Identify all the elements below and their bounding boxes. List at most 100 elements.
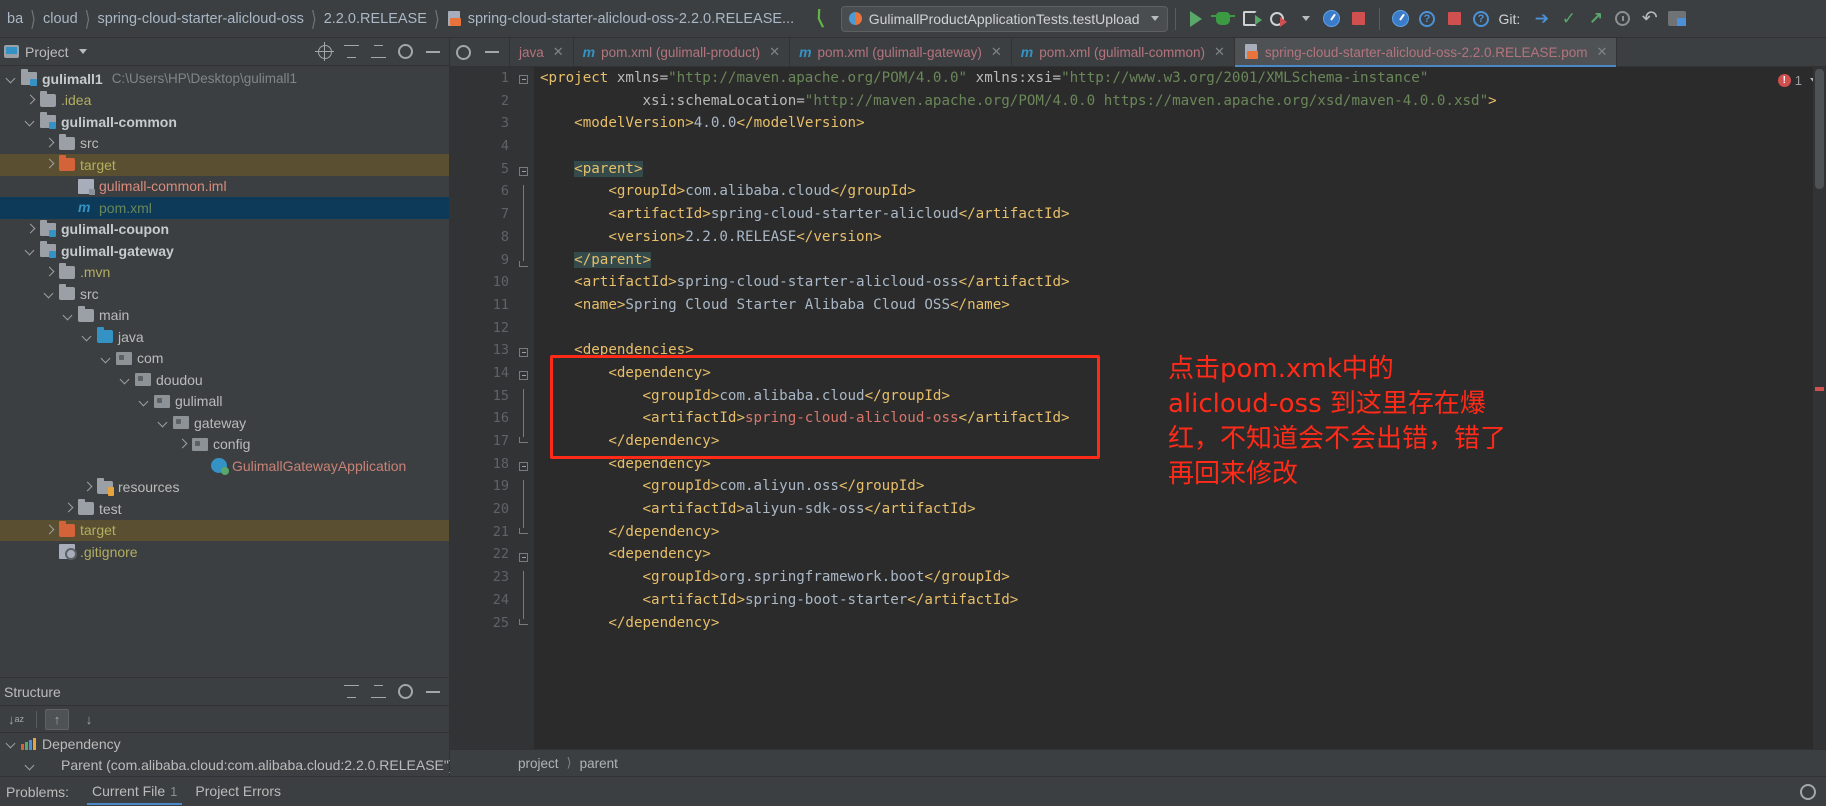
chevron-right-icon[interactable]	[63, 503, 74, 514]
project-tree-item[interactable]: gateway	[0, 412, 449, 434]
close-icon[interactable]: ✕	[553, 44, 564, 60]
git-commit-button[interactable]: ✓	[1555, 5, 1582, 32]
git-revert-button[interactable]: ↶	[1636, 5, 1663, 32]
project-tree-item[interactable]: com	[0, 348, 449, 370]
chevron-down-icon[interactable]	[139, 396, 150, 407]
project-tree-item[interactable]: .mvn	[0, 262, 449, 284]
breadcrumb-item[interactable]: spring-cloud-starter-alicloud-oss	[95, 11, 307, 27]
breadcrumb-item[interactable]: cloud	[40, 11, 81, 27]
project-tree-item[interactable]: test	[0, 498, 449, 520]
stop-button[interactable]	[1345, 5, 1372, 32]
scrollbar-thumb[interactable]	[1815, 69, 1824, 189]
tab-current-file[interactable]: Current File 1	[83, 778, 186, 805]
project-tree-item[interactable]: java	[0, 326, 449, 348]
breadcrumb-item[interactable]: ba	[4, 11, 26, 27]
open-folder-button[interactable]	[1663, 5, 1690, 32]
editor-hide-button[interactable]	[483, 44, 500, 61]
editor-breadcrumb-item[interactable]: project	[518, 756, 559, 771]
breadcrumb-item[interactable]: 2.2.0.RELEASE	[321, 11, 430, 27]
git-pull-button[interactable]: ➔	[1528, 5, 1555, 32]
editor-tab[interactable]: m pom.xml (gulimall-common) ✕	[1012, 38, 1235, 66]
chevron-right-icon[interactable]	[82, 482, 93, 493]
locate-file-button[interactable]	[315, 42, 334, 61]
fold-marker[interactable]	[519, 167, 528, 176]
project-tree-item[interactable]: gulimall-common	[0, 111, 449, 133]
chevron-down-icon[interactable]	[6, 738, 17, 749]
fold-marker[interactable]	[519, 371, 528, 380]
chevron-right-icon[interactable]	[44, 138, 55, 149]
project-tree-item[interactable]: .idea	[0, 90, 449, 112]
project-tree-item[interactable]: gulimall	[0, 391, 449, 413]
editor-tab[interactable]: m pom.xml (gulimall-gateway) ✕	[790, 38, 1012, 66]
error-stripe-marker[interactable]	[1815, 387, 1824, 391]
editor-tab[interactable]: java ✕	[510, 38, 574, 66]
git-push-button[interactable]: ↗	[1582, 5, 1609, 32]
run-history-dropdown[interactable]	[1291, 5, 1318, 32]
scroll-to-source-button[interactable]: ↓	[77, 709, 101, 730]
tab-project-errors[interactable]: Project Errors	[186, 778, 290, 805]
stop2-button[interactable]	[1441, 5, 1468, 32]
fold-marker[interactable]	[519, 553, 528, 562]
project-tree-item[interactable]: src	[0, 133, 449, 155]
project-panel-title-group[interactable]: Project	[4, 44, 87, 60]
project-tree-item[interactable]: target	[0, 154, 449, 176]
fold-marker[interactable]	[519, 462, 528, 471]
chevron-right-icon[interactable]	[44, 267, 55, 278]
project-tree-item[interactable]: src	[0, 283, 449, 305]
close-icon[interactable]: ✕	[769, 44, 780, 60]
close-icon[interactable]: ✕	[1597, 44, 1608, 60]
chevron-down-icon[interactable]	[25, 116, 36, 127]
close-icon[interactable]: ✕	[991, 44, 1002, 60]
project-tree-item[interactable]: gulimall1 C:\Users\HP\Desktop\gulimall1	[0, 68, 449, 90]
help-button[interactable]: ?	[1414, 5, 1441, 32]
profiler2-button[interactable]	[1387, 5, 1414, 32]
project-settings-button[interactable]	[397, 43, 414, 60]
project-tree-item[interactable]: doudou	[0, 369, 449, 391]
project-tree-item[interactable]: GulimallGatewayApplication	[0, 455, 449, 477]
structure-settings-button[interactable]	[397, 683, 414, 700]
fold-marker[interactable]	[519, 348, 528, 357]
project-tree-item[interactable]: gulimall-coupon	[0, 219, 449, 241]
project-tree-item[interactable]: .gitignore	[0, 541, 449, 563]
collapse-all-button[interactable]	[370, 43, 387, 60]
structure-hide-button[interactable]	[424, 683, 441, 700]
fold-marker[interactable]	[519, 75, 528, 84]
editor-tab[interactable]: spring-cloud-starter-alicloud-oss-2.2.0.…	[1234, 38, 1618, 67]
sort-alphabetically-button[interactable]: ↓ a z	[4, 709, 28, 730]
editor-tab[interactable]: m pom.xml (gulimall-product) ✕	[574, 38, 791, 66]
chevron-down-icon[interactable]	[101, 353, 112, 364]
project-tree-item[interactable]: m pom.xml	[0, 197, 449, 219]
editor-breadcrumb-item[interactable]: parent	[580, 756, 618, 771]
run-configuration-selector[interactable]: GulimallProductApplicationTests.testUplo…	[840, 5, 1168, 32]
project-tree-item[interactable]: resources	[0, 477, 449, 499]
chevron-right-icon[interactable]	[25, 95, 36, 106]
run-with-coverage-button[interactable]	[1237, 5, 1264, 32]
run-button[interactable]	[1183, 5, 1210, 32]
chevron-right-icon[interactable]	[44, 159, 55, 170]
expand-all-button[interactable]	[343, 43, 360, 60]
editor-settings-button[interactable]	[455, 44, 472, 61]
chevron-down-icon[interactable]	[44, 288, 55, 299]
git-history-button[interactable]	[1609, 5, 1636, 32]
profiler-button[interactable]	[1318, 5, 1345, 32]
chevron-down-icon[interactable]	[25, 245, 36, 256]
project-tree[interactable]: gulimall1 C:\Users\HP\Desktop\gulimall1 .i…	[0, 66, 449, 677]
editor-error-badge[interactable]: ! 1	[1777, 73, 1818, 88]
back-arrow-icon[interactable]: ⟨	[814, 5, 827, 31]
chevron-right-icon[interactable]	[44, 525, 55, 536]
chevron-down-icon[interactable]	[63, 310, 74, 321]
run-history-button[interactable]	[1264, 5, 1291, 32]
chevron-down-icon[interactable]	[158, 417, 169, 428]
code-folding-gutter[interactable]	[516, 67, 534, 749]
project-tree-item[interactable]: gulimall-gateway	[0, 240, 449, 262]
chevron-down-icon[interactable]	[25, 760, 36, 771]
chevron-right-icon[interactable]	[25, 224, 36, 235]
chevron-right-icon[interactable]	[177, 439, 188, 450]
project-tree-item[interactable]: target	[0, 519, 449, 541]
structure-tree[interactable]: Dependency Parent (com.alibaba.cloud:com.…	[0, 733, 454, 777]
project-tree-item[interactable]: config	[0, 434, 449, 456]
debug-button[interactable]	[1210, 5, 1237, 32]
chevron-down-icon[interactable]	[120, 374, 131, 385]
hide-panel-button[interactable]	[424, 43, 441, 60]
structure-tree-item[interactable]: Parent (com.alibaba.cloud:com.alibaba.cl…	[0, 755, 454, 777]
